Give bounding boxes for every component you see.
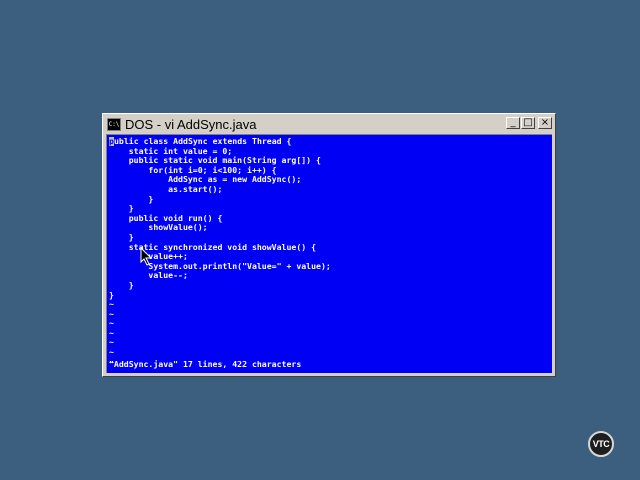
maximize-button[interactable]: □	[521, 117, 535, 129]
title-bar[interactable]: C:\ DOS - vi AddSync.java _ □ ×	[105, 116, 553, 132]
code-line: }	[109, 279, 134, 290]
empty-line-tilde: ~	[109, 318, 114, 329]
empty-line-tilde: ~	[109, 327, 114, 338]
window-title: DOS - vi AddSync.java	[125, 116, 257, 132]
console-area[interactable]: public class AddSync extends Thread { st…	[106, 134, 552, 373]
console-app-icon[interactable]: C:\	[107, 117, 121, 131]
empty-line-tilde: ~	[109, 337, 114, 348]
empty-line-tilde: ~	[109, 347, 114, 358]
mouse-pointer-icon	[140, 247, 152, 266]
vtc-logo: VTC	[588, 431, 614, 457]
code-line: }	[109, 289, 114, 300]
dos-window: C:\ DOS - vi AddSync.java _ □ × public c…	[102, 113, 556, 377]
close-button[interactable]: ×	[538, 117, 552, 129]
code-editor[interactable]: public class AddSync extends Thread { st…	[109, 136, 552, 367]
code-line-text: ublic class AddSync extends Thread {	[114, 136, 292, 146]
vi-status-line: "AddSync.java" 17 lines, 422 characters	[109, 359, 302, 369]
code-line: showValue();	[109, 222, 208, 233]
minimize-button[interactable]: _	[506, 117, 520, 129]
empty-line-tilde: ~	[109, 308, 114, 319]
code-line: as.start();	[109, 183, 223, 194]
code-line: }	[109, 193, 154, 204]
empty-line-tilde: ~	[109, 299, 114, 310]
code-line: value--;	[109, 270, 188, 281]
window-controls: _ □ ×	[506, 117, 552, 129]
